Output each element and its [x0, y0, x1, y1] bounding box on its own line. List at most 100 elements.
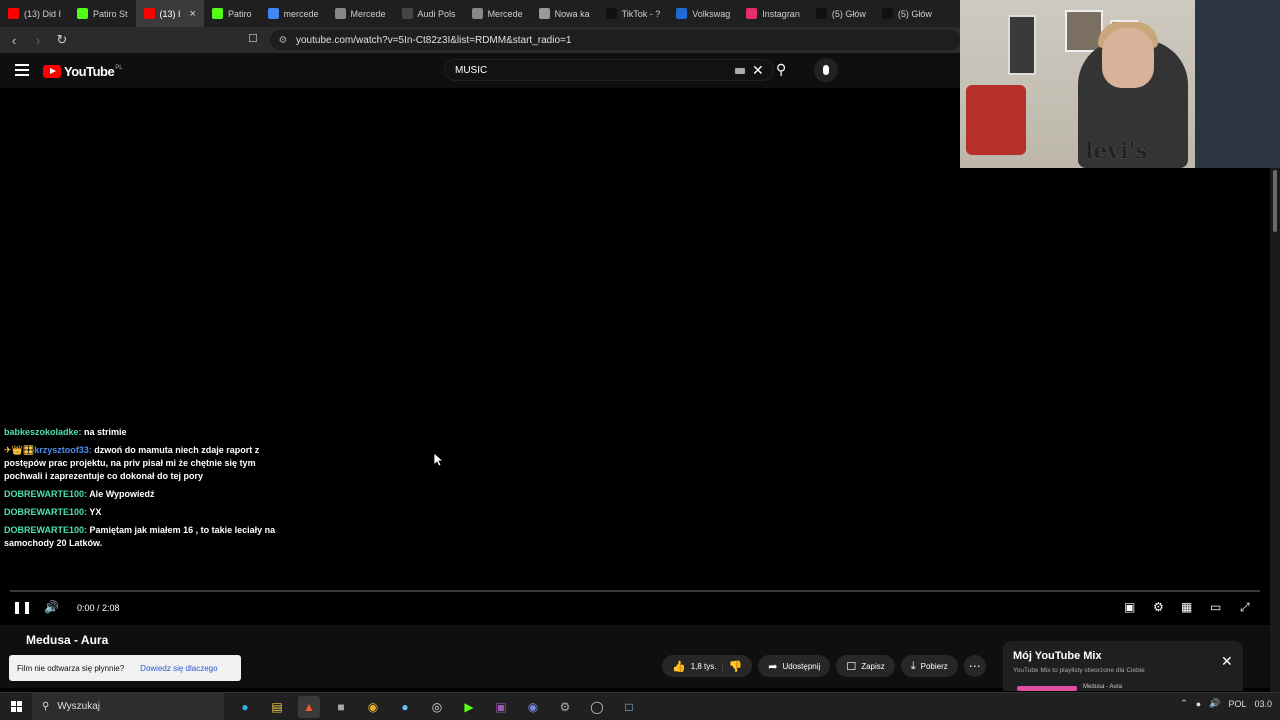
video-title: Medusa - Aura — [26, 633, 109, 647]
scrollbar-thumb[interactable] — [1273, 170, 1277, 232]
miniplayer-icon[interactable]: ▦ — [1181, 600, 1192, 614]
mix-item-title[interactable]: Medusa - Aura — [1083, 684, 1122, 690]
settings-icon[interactable]: ⚙ — [1153, 600, 1164, 614]
microphone-icon — [823, 65, 829, 75]
chat-text: Ale Wypowiedź — [89, 489, 155, 499]
windows-taskbar: ⚲ Wyszukaj ● ▤ ▲ ■ ◉ ● ◎ ▶ ▣ ◉ ⚙ ◯ □ ⌃ ●… — [0, 692, 1280, 720]
browser-tab[interactable]: Audi Pols — [394, 0, 464, 27]
steam-icon[interactable]: ● — [394, 696, 416, 718]
app-icon[interactable]: ▣ — [490, 696, 512, 718]
browser-tab[interactable]: TikTok - ? — [598, 0, 669, 27]
address-bar[interactable]: ⚙ youtube.com/watch?v=5In-Ct82z3I&list=R… — [270, 30, 960, 50]
close-mix-icon[interactable]: ✕ — [1221, 653, 1233, 670]
browser-tab[interactable]: Patiro St — [69, 0, 136, 27]
share-button[interactable]: ➦ Udostępnij — [758, 655, 831, 677]
mix-thumbnail[interactable] — [1017, 686, 1077, 691]
voice-search-button[interactable] — [814, 58, 838, 82]
youtube-wordmark: YouTube — [64, 64, 115, 79]
back-icon[interactable]: ‹ — [4, 30, 24, 50]
fullscreen-icon[interactable]: ⤢ — [1240, 600, 1250, 615]
save-button[interactable]: ☐ Zapisz — [836, 655, 895, 677]
chrome-icon[interactable]: ◉ — [362, 696, 384, 718]
url-text[interactable]: youtube.com/watch?v=5In-Ct82z3I&list=RDM… — [296, 35, 571, 46]
pause-icon[interactable]: ❚❚ — [12, 600, 32, 614]
menu-icon[interactable] — [15, 64, 29, 76]
microphone-tray-icon[interactable]: ● — [1196, 699, 1201, 709]
curtain — [1195, 0, 1280, 168]
shield-app-icon[interactable]: ◯ — [586, 696, 608, 718]
forward-icon[interactable]: › — [28, 30, 48, 50]
notepad-icon[interactable]: □ — [618, 696, 640, 718]
page-scrollbar[interactable] — [1270, 168, 1280, 720]
file-explorer-icon[interactable]: ▤ — [266, 696, 288, 718]
obs-icon[interactable]: ◎ — [426, 696, 448, 718]
browser-tab[interactable]: (13) Did I — [0, 0, 69, 27]
progress-bar[interactable] — [10, 590, 1260, 592]
language-indicator[interactable]: POL — [1228, 699, 1246, 709]
taskbar-search[interactable]: ⚲ Wyszukaj — [32, 692, 224, 720]
x-icon — [815, 8, 827, 19]
kick-icon[interactable]: ▶ — [458, 696, 480, 718]
search-icon[interactable]: ⚲ — [776, 61, 786, 78]
site-settings-icon[interactable]: ⚙ — [274, 35, 292, 46]
browser-tab[interactable]: (5) Głów — [808, 0, 874, 27]
cast-icon[interactable]: ▭ — [1210, 600, 1221, 614]
chat-message: DOBREWARTE100: YX — [4, 507, 102, 517]
kick-icon — [77, 8, 89, 19]
discord-icon[interactable]: ◉ — [522, 696, 544, 718]
browser-tab[interactable]: Nowa ka — [531, 0, 598, 27]
browser-tab[interactable]: Instagran — [738, 0, 808, 27]
chat-message: ✈👑🎛krzysztoof33: dzwoń do mamuta niech z… — [4, 445, 260, 481]
browser-tab[interactable]: mercede — [260, 0, 327, 27]
browser-tab-label: mercede — [283, 8, 319, 19]
browser-tab[interactable]: Volkswag — [668, 0, 738, 27]
clear-search-icon[interactable]: ✕ — [752, 62, 764, 79]
close-tab-icon[interactable]: × — [190, 8, 196, 20]
chat-text: YX — [89, 507, 102, 517]
subtitles-icon[interactable]: ▣ — [1124, 600, 1135, 614]
chat-message: DOBREWARTE100: Pamiętam jak miałem 16 , … — [4, 525, 276, 548]
red-armchair — [966, 85, 1026, 155]
browser-tab[interactable]: (13) I × — [135, 0, 204, 27]
google-icon — [267, 8, 279, 19]
chevron-up-icon[interactable]: ⌃ — [1180, 698, 1188, 709]
keyboard-icon[interactable] — [735, 68, 745, 74]
clock-date[interactable]: 03.0 — [1254, 699, 1272, 709]
app-icon[interactable]: ■ — [330, 696, 352, 718]
start-button[interactable] — [0, 693, 32, 720]
windows-logo-icon — [10, 701, 22, 712]
toast-link[interactable]: Dowiedz się dlaczego — [140, 664, 217, 673]
system-tray: ⌃ ● 🔊 POL 03.0 — [1180, 698, 1272, 709]
brave-icon[interactable]: ▲ — [298, 695, 320, 718]
x-icon — [881, 8, 893, 19]
reload-icon[interactable]: ↻ — [52, 30, 72, 50]
youtube-header: YouTube PL MUSIC ✕ ⚲ — [0, 53, 960, 88]
like-button[interactable]: 👍 1,8 tys. | 👎 — [662, 655, 753, 677]
share-icon: ➦ — [768, 660, 778, 673]
chat-username: babkeszokoladke — [4, 427, 79, 437]
browser-tab[interactable]: Patiro — [204, 0, 260, 27]
volume-icon[interactable]: 🔊 — [44, 600, 59, 614]
like-count: 1,8 tys. — [690, 661, 717, 671]
bookmark-icon[interactable]: ☐ — [248, 32, 258, 45]
browser-tab-label: Nowa ka — [554, 8, 590, 19]
search-icon: ⚲ — [42, 701, 50, 712]
browser-tab[interactable]: Mercede — [464, 0, 531, 27]
browser-tab-label: (13) Did I — [24, 8, 62, 19]
settings-app-icon[interactable]: ⚙ — [554, 696, 576, 718]
chat-username: DOBREWARTE100 — [4, 507, 85, 517]
share-label: Udostępnij — [782, 661, 821, 671]
browser-tab[interactable]: (5) Głów — [874, 0, 940, 27]
thumbs-down-icon[interactable]: 👎 — [729, 660, 743, 673]
youtube-logo[interactable]: YouTube PL — [43, 64, 123, 79]
edge-icon[interactable]: ● — [234, 696, 256, 718]
speaker-icon[interactable]: 🔊 — [1209, 698, 1220, 709]
download-button[interactable]: ⤓ Pobierz — [900, 655, 958, 677]
browser-tab-label: (13) I — [159, 8, 181, 19]
search-input[interactable]: MUSIC — [455, 65, 487, 76]
download-icon: ⤓ — [910, 659, 916, 672]
search-box[interactable]: MUSIC ✕ — [444, 59, 774, 81]
browser-tab[interactable]: Mercede — [327, 0, 394, 27]
more-icon[interactable]: ⋯ — [963, 655, 986, 677]
chat-message: babkeszokoladke: na strimie — [4, 427, 127, 437]
